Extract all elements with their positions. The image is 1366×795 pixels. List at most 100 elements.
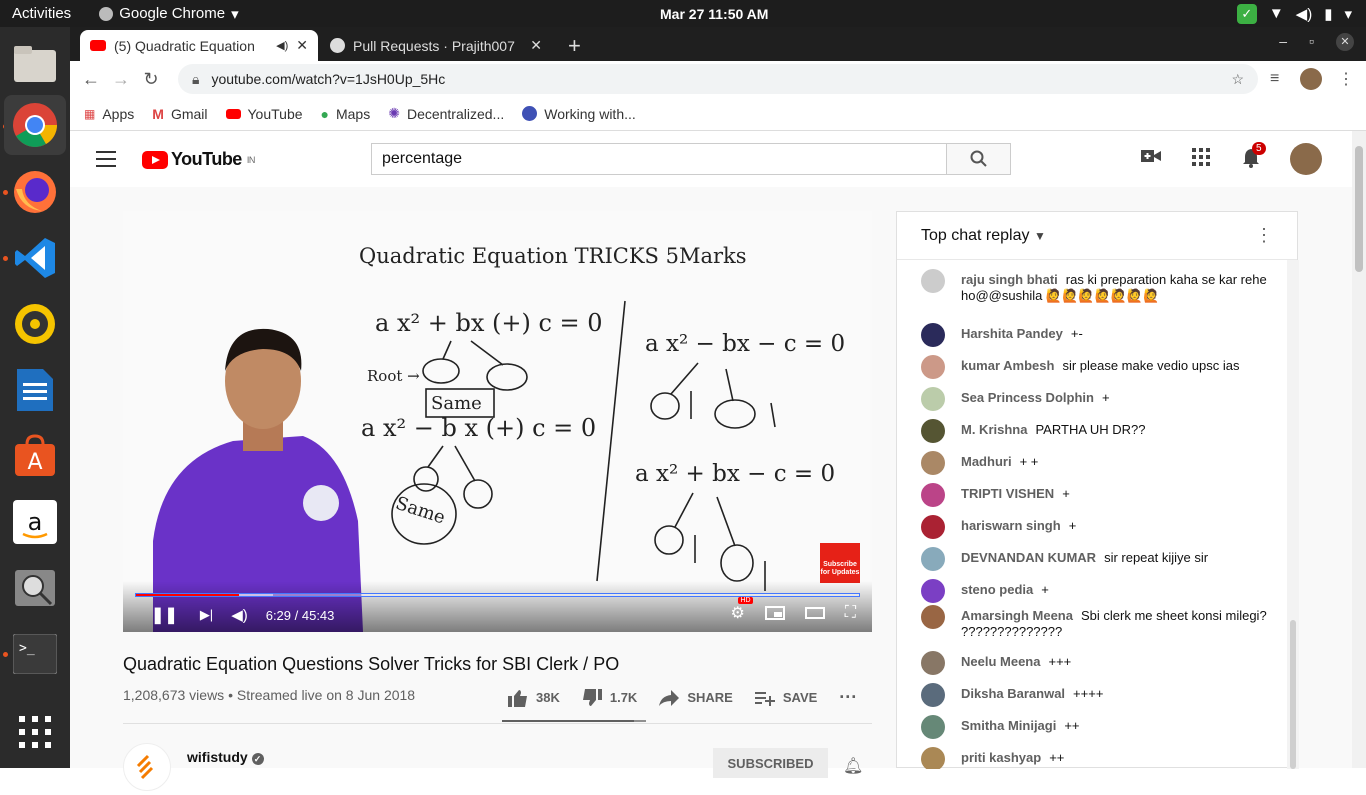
chat-message[interactable]: kumar Ambesh sir please make vedio upsc i… <box>921 355 1271 379</box>
activities-button[interactable]: Activities <box>12 5 71 22</box>
save-button[interactable]: SAVE <box>754 690 817 706</box>
subscribed-button[interactable]: SUBSCRIBED <box>713 748 828 778</box>
chat-author-name[interactable]: raju singh bhati <box>961 272 1058 287</box>
chat-message[interactable]: steno pedia + <box>921 579 1271 603</box>
chat-message[interactable]: Madhuri + + <box>921 451 1271 475</box>
chat-author-name[interactable]: TRIPTI VISHEN <box>961 486 1054 501</box>
tab-youtube[interactable]: (5) Quadratic Equation ◀) ✕ <box>80 30 318 61</box>
vscode-app[interactable] <box>10 233 60 283</box>
rhythmbox-app[interactable] <box>10 299 60 349</box>
menu-dots-icon[interactable]: ⋮ <box>1338 69 1354 89</box>
share-button[interactable]: SHARE <box>659 689 733 706</box>
page-scrollbar[interactable] <box>1352 131 1366 768</box>
pause-icon[interactable]: ❚❚ <box>151 605 178 625</box>
dislike-button[interactable]: 1.7K <box>582 688 637 707</box>
chat-author-name[interactable]: DEVNANDAN KUMAR <box>961 550 1096 565</box>
search-input[interactable]: percentage <box>371 143 947 175</box>
chat-author-name[interactable]: M. Krishna <box>961 422 1027 437</box>
bookmark-star-icon[interactable]: ☆ <box>1231 71 1244 88</box>
chat-author-name[interactable]: steno pedia <box>961 582 1033 597</box>
chat-author-avatar[interactable] <box>921 715 945 739</box>
amazon-app[interactable]: a <box>10 497 60 547</box>
files-app[interactable] <box>10 39 60 89</box>
maximize-icon[interactable]: ▫ <box>1309 33 1314 51</box>
chat-message[interactable]: raju singh bhati ras ki preparation kaha … <box>921 269 1271 304</box>
chat-message[interactable]: M. Krishna PARTHA UH DR?? <box>921 419 1271 443</box>
chat-author-avatar[interactable] <box>921 579 945 603</box>
show-applications-button[interactable] <box>10 707 60 757</box>
reload-icon[interactable]: ↻ <box>136 69 166 90</box>
chat-author-avatar[interactable] <box>921 547 945 571</box>
user-avatar[interactable] <box>1290 143 1322 175</box>
bookmark-maps[interactable]: ● Maps <box>321 106 371 122</box>
firefox-app[interactable] <box>10 167 60 217</box>
youtube-logo[interactable]: YouTube IN <box>142 149 255 170</box>
chat-message[interactable]: hariswarn singh + <box>921 515 1271 539</box>
software-center-app[interactable]: A <box>10 431 60 481</box>
chat-author-name[interactable]: kumar Ambesh <box>961 358 1054 373</box>
page-scroll-thumb[interactable] <box>1355 146 1363 272</box>
chat-message-list[interactable]: raju singh bhati ras ki preparation kaha … <box>897 260 1287 769</box>
clock[interactable]: Mar 27 11:50 AM <box>660 6 768 22</box>
fullscreen-icon[interactable]: ⛶ <box>845 604 856 622</box>
audio-playing-icon[interactable]: ◀) <box>276 39 288 52</box>
chat-author-name[interactable]: Amarsingh Meena <box>961 608 1073 623</box>
channel-avatar[interactable] <box>123 743 171 791</box>
notification-bell-icon[interactable]: 🔔︎ <box>843 756 863 776</box>
address-bar[interactable]: 🔒︎ youtube.com/watch?v=1JsH0Up_5Hc ☆ <box>178 64 1258 94</box>
create-video-icon[interactable] <box>1140 148 1162 170</box>
search-button[interactable] <box>946 143 1011 175</box>
screenshot-app[interactable] <box>10 563 60 613</box>
apps-grid-icon[interactable] <box>1190 148 1212 170</box>
forward-icon[interactable]: → <box>106 69 136 90</box>
chat-mode-dropdown[interactable]: Top chat replay ▼ <box>921 227 1046 245</box>
minimize-icon[interactable]: – <box>1279 33 1287 51</box>
chat-author-name[interactable]: Sea Princess Dolphin <box>961 390 1094 405</box>
video-player[interactable]: Quadratic Equation TRICKS 5Marks a x² + … <box>123 211 872 632</box>
new-tab-button[interactable]: + <box>568 33 581 59</box>
chat-author-name[interactable]: Harshita Pandey <box>961 326 1063 341</box>
chat-author-name[interactable]: Madhuri <box>961 454 1012 469</box>
chat-author-name[interactable]: Smitha Minijagi <box>961 718 1056 733</box>
chat-message[interactable]: Harshita Pandey +- <box>921 323 1271 347</box>
close-window-icon[interactable]: ✕ <box>1336 33 1354 51</box>
chat-message[interactable]: Smitha Minijagi ++ <box>921 715 1271 739</box>
more-actions-icon[interactable]: ··· <box>839 687 857 708</box>
chat-author-name[interactable]: Diksha Baranwal <box>961 686 1065 701</box>
chat-message[interactable]: Diksha Baranwal ++++ <box>921 683 1271 707</box>
system-tray[interactable]: ✓ ▼ ◀) ▮ ▾ <box>1236 3 1352 24</box>
chat-message[interactable]: DEVNANDAN KUMAR sir repeat kijiye sir <box>921 547 1271 571</box>
bookmark-working-with[interactable]: Working with... <box>522 106 636 122</box>
profile-avatar[interactable] <box>1300 68 1322 90</box>
chat-message[interactable]: Sea Princess Dolphin + <box>921 387 1271 411</box>
app-menu[interactable]: Google Chrome ▾ <box>99 5 239 23</box>
chat-author-avatar[interactable] <box>921 483 945 507</box>
chat-author-avatar[interactable] <box>921 651 945 675</box>
chat-scroll-thumb[interactable] <box>1290 620 1296 769</box>
url-text[interactable]: youtube.com/watch?v=1JsH0Up_5Hc <box>211 71 445 87</box>
like-button[interactable]: 38K <box>508 689 560 707</box>
chat-author-name[interactable]: Neelu Meena <box>961 654 1040 669</box>
chat-author-avatar[interactable] <box>921 419 945 443</box>
bookmark-decentralized[interactable]: ✺ Decentralized... <box>388 105 504 122</box>
close-tab-icon[interactable]: ✕ <box>296 37 308 54</box>
bookmark-youtube[interactable]: YouTube <box>225 106 303 122</box>
writer-app[interactable] <box>10 365 60 415</box>
terminal-app[interactable]: >_ <box>10 629 60 679</box>
chat-author-name[interactable]: hariswarn singh <box>961 518 1061 533</box>
chat-author-avatar[interactable] <box>921 605 945 629</box>
next-icon[interactable]: ▶| <box>200 607 213 623</box>
update-check-icon[interactable]: ✓ <box>1236 3 1257 24</box>
miniplayer-icon[interactable] <box>764 606 785 620</box>
tab-github[interactable]: Pull Requests · Prajith007 ✕ <box>320 30 552 61</box>
chat-author-avatar[interactable] <box>921 515 945 539</box>
chat-author-avatar[interactable] <box>921 269 945 293</box>
chat-scrollbar[interactable] <box>1287 260 1299 769</box>
chrome-app[interactable] <box>4 95 66 155</box>
notifications-bell-icon[interactable]: 5 <box>1240 142 1266 170</box>
chat-author-avatar[interactable] <box>921 451 945 475</box>
chat-message[interactable]: priti kashyap ++ <box>921 747 1271 769</box>
volume-icon[interactable]: ◀) <box>231 606 248 624</box>
chat-author-avatar[interactable] <box>921 355 945 379</box>
chat-message[interactable]: Amarsingh Meena Sbi clerk me sheet konsi … <box>921 605 1271 640</box>
